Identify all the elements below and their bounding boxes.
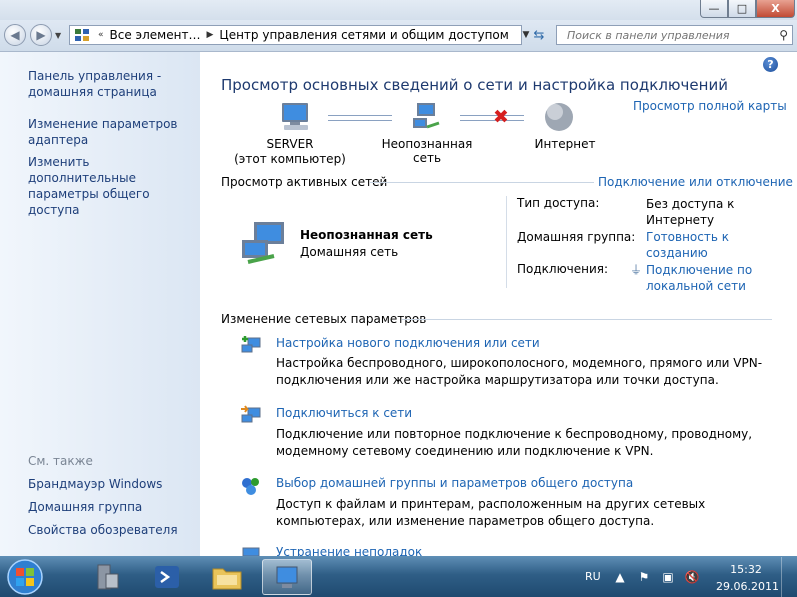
sidebar-link-firewall[interactable]: Брандмауэр Windows xyxy=(28,476,193,492)
sidebar-link-control-panel-home[interactable]: Панель управления - домашняя страница xyxy=(28,68,193,100)
taskbar-server-manager[interactable] xyxy=(82,559,132,595)
taskbar-control-panel[interactable] xyxy=(262,559,312,595)
clock-time[interactable]: 15:32 xyxy=(716,563,776,576)
task-troubleshoot-link[interactable]: Устранение неполадок xyxy=(276,545,422,556)
connect-disconnect-link[interactable]: Подключение или отключение xyxy=(598,175,793,189)
internet-globe-icon xyxy=(545,103,573,131)
sidebar-link-homegroup[interactable]: Домашняя группа xyxy=(28,499,193,515)
section-divider xyxy=(370,182,594,183)
taskbar-powershell[interactable] xyxy=(142,559,192,595)
task-connect-network-desc: Подключение или повторное подключение к … xyxy=(276,427,753,458)
map-network-name: Неопознанная сеть xyxy=(381,137,473,165)
chevron-right-icon[interactable]: ▶ xyxy=(206,30,213,40)
active-networks-heading: Просмотр активных сетей xyxy=(221,175,388,189)
details-divider xyxy=(506,196,507,288)
arrow-left-icon: ◀ xyxy=(10,28,20,42)
change-settings-heading: Изменение сетевых параметров xyxy=(221,312,427,326)
breadcrumb-network-center[interactable]: Центр управления сетями и общим доступом xyxy=(219,28,508,42)
network-icon xyxy=(413,103,440,129)
close-button[interactable]: X xyxy=(756,0,795,18)
powershell-icon xyxy=(155,566,179,588)
search-icon[interactable]: ⚲ xyxy=(779,28,788,42)
map-computer-sub: (этот компьютер) xyxy=(234,152,346,166)
view-full-map-link[interactable]: Просмотр полной карты xyxy=(633,99,787,113)
search-box[interactable]: ⚲ xyxy=(556,25,793,45)
map-internet-label: Интернет xyxy=(534,137,596,151)
sidebar-link-internet-options[interactable]: Свойства обозревателя xyxy=(28,522,193,538)
map-connector-line-broken xyxy=(460,115,524,121)
control-panel-icon xyxy=(75,29,89,41)
server-manager-icon xyxy=(97,564,119,590)
folder-icon xyxy=(212,568,242,590)
start-button[interactable] xyxy=(2,557,48,597)
maximize-button[interactable]: □ xyxy=(728,0,756,18)
map-connector-line xyxy=(328,115,392,121)
sidebar-link-advanced-sharing[interactable]: Изменить дополнительные параметры общего… xyxy=(28,154,193,218)
tray-arrow-icon[interactable]: ▲ xyxy=(612,570,628,584)
active-network-type[interactable]: Домашняя сеть xyxy=(300,245,398,259)
home-network-icon xyxy=(242,222,284,264)
sidebar-link-change-adapter[interactable]: Изменение параметров адаптера xyxy=(28,116,193,148)
taskbar-explorer[interactable] xyxy=(202,559,252,595)
breadcrumb-all-items[interactable]: Все элемент… xyxy=(110,28,201,42)
computer-icon xyxy=(282,103,308,130)
no-connection-icon: ✖ xyxy=(493,106,509,128)
refresh-button[interactable]: ⇆ xyxy=(528,25,550,45)
close-icon: X xyxy=(771,2,780,15)
minimize-icon: — xyxy=(708,2,720,15)
task-new-connection-desc: Настройка беспроводного, широкополосного… xyxy=(276,356,763,387)
section-divider xyxy=(402,319,772,320)
address-bar[interactable]: « Все элемент… ▶ Центр управления сетями… xyxy=(69,25,522,45)
local-connection-link[interactable]: Подключение по локальной сети xyxy=(646,262,756,294)
task-connect-network-link[interactable]: Подключиться к сети xyxy=(276,406,412,420)
task-homegroup-link[interactable]: Выбор домашней группы и параметров общег… xyxy=(276,476,633,490)
clock-date[interactable]: 29.06.2011 xyxy=(716,580,779,593)
homegroup-icon xyxy=(242,478,259,495)
back-button[interactable]: ◀ xyxy=(4,24,26,46)
access-type-label: Тип доступа: xyxy=(517,196,600,210)
volume-muted-icon[interactable]: 🔇 xyxy=(684,570,700,584)
homegroup-link[interactable]: Готовность к созданию xyxy=(646,229,756,261)
help-icon[interactable]: ? xyxy=(763,57,778,72)
page-title: Просмотр основных сведений о сети и наст… xyxy=(221,76,728,94)
recent-pages-dropdown[interactable]: ▼ xyxy=(55,31,61,40)
maximize-icon: □ xyxy=(736,2,748,15)
network-center-icon xyxy=(276,566,298,588)
active-network-name: Неопознанная сеть xyxy=(300,228,433,242)
task-new-connection-link[interactable]: Настройка нового подключения или сети xyxy=(276,336,540,350)
minimize-button[interactable]: — xyxy=(700,0,728,18)
action-center-flag-icon[interactable]: ⚑ xyxy=(636,570,652,584)
title-bar xyxy=(0,0,797,20)
network-tray-icon[interactable]: ▣ xyxy=(660,570,676,584)
access-type-value: Без доступа к Интернету xyxy=(646,197,735,227)
chevron-right-icon: « xyxy=(98,30,104,40)
connect-network-icon xyxy=(241,405,261,423)
new-connection-icon xyxy=(241,336,261,353)
refresh-icon: ⇆ xyxy=(533,27,545,43)
forward-button[interactable]: ▶ xyxy=(30,24,52,46)
language-indicator[interactable]: RU xyxy=(585,570,601,583)
troubleshoot-icon xyxy=(242,547,260,556)
task-homegroup-desc: Доступ к файлам и принтерам, расположенн… xyxy=(276,497,706,528)
map-computer-name: SERVER xyxy=(266,137,314,151)
search-input[interactable] xyxy=(565,27,769,43)
see-also-heading: См. также xyxy=(28,454,93,468)
homegroup-label: Домашняя группа: xyxy=(517,230,636,244)
connections-label: Подключения: xyxy=(517,262,609,276)
arrow-right-icon: ▶ xyxy=(36,28,46,42)
ethernet-icon: ⏚ xyxy=(630,263,643,277)
show-desktop-button[interactable] xyxy=(781,557,796,597)
